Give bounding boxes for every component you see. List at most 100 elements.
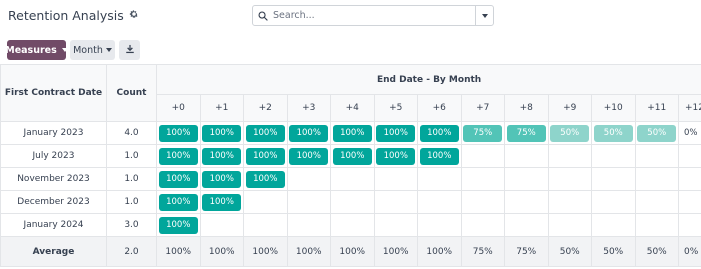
column-header[interactable]: +9 <box>547 94 592 122</box>
column-header[interactable]: +1 <box>199 94 244 122</box>
group-header[interactable]: End Date - By Month <box>155 64 701 95</box>
retention-chip[interactable]: 75% <box>463 124 503 142</box>
retention-chip[interactable]: 100% <box>202 193 242 211</box>
retention-cell <box>634 213 679 237</box>
retention-chip[interactable]: 100% <box>245 170 285 188</box>
row-count: 3.0 <box>106 213 157 237</box>
column-header[interactable]: +4 <box>330 94 375 122</box>
search-input[interactable] <box>273 10 475 21</box>
retention-chip[interactable]: 50% <box>593 124 633 142</box>
table-row: November 2023 1.0 100% 100% 100% <box>0 167 701 191</box>
retention-cell: 100% <box>373 121 418 145</box>
column-header[interactable]: +6 <box>417 94 462 122</box>
retention-chip[interactable]: 100% <box>202 124 242 142</box>
average-cell: 100% <box>286 236 331 267</box>
column-header[interactable]: +0 <box>156 94 201 122</box>
retention-chip[interactable]: 50% <box>550 124 590 142</box>
retention-cell: 100% <box>417 144 462 168</box>
retention-chip[interactable]: 100% <box>376 147 416 165</box>
retention-cell: 0% <box>677 121 701 145</box>
retention-chip[interactable]: 100% <box>202 147 242 165</box>
gear-icon[interactable] <box>129 9 139 22</box>
retention-chip[interactable]: 75% <box>506 124 546 142</box>
retention-cell <box>547 190 592 214</box>
row-label[interactable]: January 2024 <box>0 213 107 237</box>
measures-button[interactable]: Measures <box>5 40 68 60</box>
retention-cell <box>373 190 418 214</box>
average-cell: 100% <box>243 236 288 267</box>
retention-cell <box>634 190 679 214</box>
column-header[interactable]: +2 <box>243 94 288 122</box>
row-label[interactable]: December 2023 <box>0 190 107 214</box>
retention-chip[interactable]: 100% <box>376 124 416 142</box>
retention-cell <box>460 213 505 237</box>
table-row: December 2023 1.0 100% 100% <box>0 190 701 214</box>
retention-chip[interactable]: 100% <box>245 147 285 165</box>
retention-cell: 100% <box>156 167 201 191</box>
retention-cell: 100% <box>243 121 288 145</box>
interval-label: Month <box>73 44 103 56</box>
retention-chip[interactable]: 100% <box>245 124 285 142</box>
row-count: 1.0 <box>106 144 157 168</box>
interval-button[interactable]: Month <box>70 40 115 60</box>
column-header[interactable]: +3 <box>286 94 331 122</box>
retention-cell <box>591 167 636 191</box>
average-count: 2.0 <box>106 236 157 267</box>
retention-cell: 100% <box>330 121 375 145</box>
retention-chip[interactable]: 50% <box>637 124 677 142</box>
retention-chip[interactable]: 100% <box>332 124 372 142</box>
search-icon <box>253 10 273 21</box>
row-label[interactable]: July 2023 <box>0 144 107 168</box>
retention-cell: 100% <box>199 121 244 145</box>
retention-cell <box>417 213 462 237</box>
column-header[interactable]: +11 <box>634 94 679 122</box>
retention-cell: 100% <box>286 121 331 145</box>
average-cell: 100% <box>199 236 244 267</box>
retention-chip[interactable]: 100% <box>158 193 198 211</box>
average-cell: 50% <box>591 236 636 267</box>
retention-cell <box>504 144 549 168</box>
retention-cell <box>243 213 288 237</box>
row-label[interactable]: January 2023 <box>0 121 107 145</box>
retention-cell <box>243 190 288 214</box>
average-cell: 100% <box>330 236 375 267</box>
retention-chip[interactable]: 100% <box>289 147 329 165</box>
retention-chip[interactable]: 100% <box>289 124 329 142</box>
retention-cell: 50% <box>547 121 592 145</box>
column-header[interactable]: +12 <box>677 94 701 122</box>
table-row: July 2023 1.0 100% 100% 100% 100% 100% 100% 100% <box>0 144 701 168</box>
search-options-toggle[interactable] <box>475 6 493 25</box>
average-cell: 75% <box>460 236 505 267</box>
average-cell: 75% <box>504 236 549 267</box>
retention-chip[interactable]: 100% <box>202 170 242 188</box>
retention-chip[interactable]: 100% <box>158 124 198 142</box>
retention-cell: 100% <box>330 144 375 168</box>
retention-cell <box>286 190 331 214</box>
column-header[interactable]: +5 <box>373 94 418 122</box>
retention-chip[interactable]: 100% <box>158 216 198 234</box>
average-label: Average <box>0 236 107 267</box>
retention-chip[interactable]: 100% <box>419 124 459 142</box>
column-header[interactable]: +10 <box>591 94 636 122</box>
row-count: 1.0 <box>106 167 157 191</box>
average-cell: 50% <box>634 236 679 267</box>
retention-cell <box>547 144 592 168</box>
retention-cell: 100% <box>199 144 244 168</box>
column-header[interactable]: +7 <box>460 94 505 122</box>
retention-chip[interactable]: 100% <box>158 147 198 165</box>
retention-chip[interactable]: 100% <box>158 170 198 188</box>
count-header[interactable]: Count <box>106 64 157 122</box>
retention-cell: 100% <box>373 144 418 168</box>
retention-chip[interactable]: 100% <box>332 147 372 165</box>
retention-cell <box>417 190 462 214</box>
retention-cell: 75% <box>504 121 549 145</box>
retention-chip[interactable]: 100% <box>419 147 459 165</box>
row-header[interactable]: First Contract Date <box>0 64 107 122</box>
measures-label: Measures <box>5 44 57 56</box>
retention-cell <box>677 167 701 191</box>
row-label[interactable]: November 2023 <box>0 167 107 191</box>
retention-value: 0% <box>684 128 698 138</box>
retention-cell <box>286 167 331 191</box>
download-button[interactable] <box>119 40 140 60</box>
column-header[interactable]: +8 <box>504 94 549 122</box>
